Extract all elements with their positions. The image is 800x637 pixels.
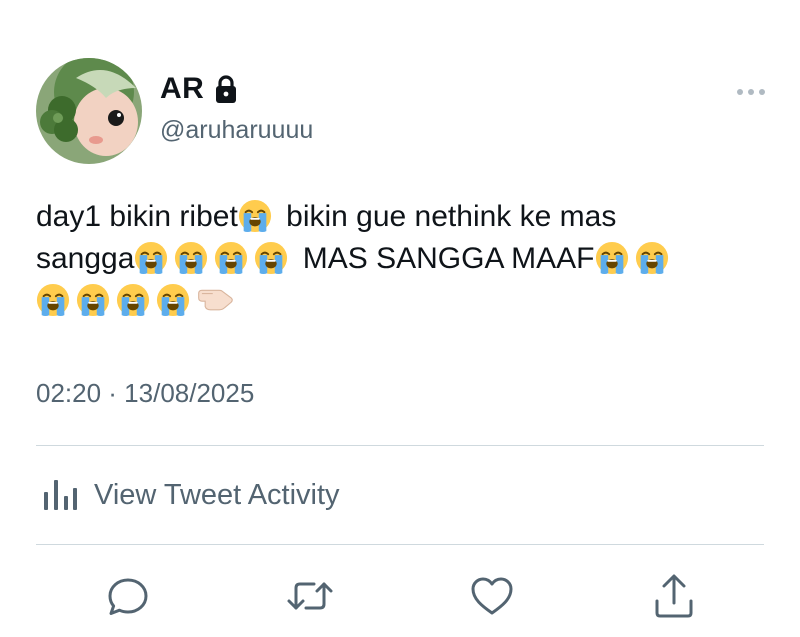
loudly-crying-face-icon [214, 241, 248, 275]
tweet-line-1: day1 bikin ribet bikin gue nethink ke ma… [36, 196, 766, 238]
retweet-button[interactable] [284, 570, 336, 622]
author-name-row[interactable]: AR [160, 72, 238, 106]
tweet-text-segment: bikin gue nethink ke mas [277, 200, 617, 233]
loudly-crying-face-icon [254, 241, 288, 275]
reply-icon [108, 578, 148, 615]
loudly-crying-face-icon [156, 283, 190, 317]
divider [36, 445, 764, 446]
reply-button[interactable] [102, 570, 154, 622]
loudly-crying-face-icon [595, 241, 629, 275]
tweet-text-segment: MAS SANGGA MAAF [294, 242, 595, 275]
more-options-icon[interactable] [736, 86, 766, 98]
retweet-icon [287, 582, 333, 610]
share-icon [655, 574, 693, 618]
tweet-line-2: sangga MAS SANGGA MAAF [36, 238, 766, 280]
loudly-crying-face-icon [134, 241, 168, 275]
divider [36, 544, 764, 545]
view-tweet-activity-label[interactable]: View Tweet Activity [94, 479, 340, 512]
avatar[interactable] [36, 58, 142, 164]
tweet-line-3 [36, 280, 766, 322]
view-tweet-activity-link[interactable]: View Tweet Activity [42, 478, 340, 512]
author-display-name[interactable]: AR [160, 72, 204, 106]
tweet-text-segment: sangga [36, 242, 135, 275]
bar-chart-icon [44, 480, 77, 510]
loudly-crying-face-icon [76, 283, 110, 317]
loudly-crying-face-icon [635, 241, 669, 275]
lock-icon [216, 75, 237, 103]
author-handle[interactable]: @aruharuuuu [160, 116, 313, 145]
tweet-text: day1 bikin ribet bikin gue nethink ke ma… [36, 196, 766, 322]
loudly-crying-face-icon [174, 241, 208, 275]
like-icon [471, 577, 513, 615]
loudly-crying-face-icon [36, 283, 70, 317]
loudly-crying-face-icon [238, 199, 272, 233]
backhand-index-pointing-left-icon [196, 286, 236, 312]
like-button[interactable] [466, 570, 518, 622]
avatar-illustration [36, 58, 142, 164]
tweet-text-segment: day1 bikin ribet [36, 200, 238, 233]
tweet-timestamp[interactable]: 02:20 · 13/08/2025 [36, 378, 254, 409]
tweet-action-bar [0, 570, 800, 630]
share-button[interactable] [648, 570, 700, 622]
loudly-crying-face-icon [116, 283, 150, 317]
